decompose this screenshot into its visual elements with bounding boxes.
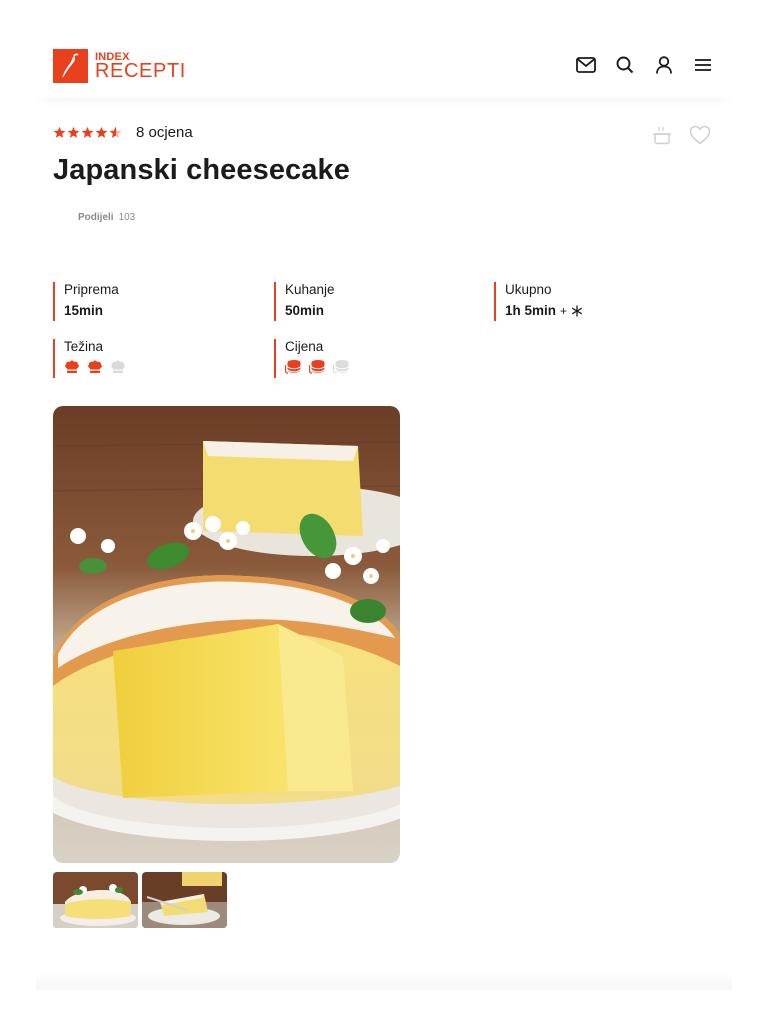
recipe-main-photo[interactable] [53, 406, 400, 863]
menu-icon[interactable] [692, 54, 714, 76]
thumbnail-1[interactable] [53, 872, 138, 928]
recipe-title: Japanski cheesecake [53, 154, 350, 186]
cijena-label: Cijena [285, 339, 324, 354]
coins-icon [285, 360, 301, 374]
logo-main-text: RECEPTI [95, 60, 186, 82]
share-count: 103 [118, 212, 136, 223]
star-icon [53, 126, 66, 138]
kuhanje-value: 50min [285, 303, 325, 318]
user-icon[interactable] [653, 54, 675, 76]
photo-thumbnails [53, 872, 227, 928]
rating-stars [53, 126, 122, 139]
rating-count: 8 ocjena [136, 124, 193, 141]
chef-hat-icon [65, 360, 79, 373]
site-header: INDEX RECEPTI [36, 34, 732, 98]
ukupno-value: 1h 5min [505, 303, 557, 318]
star-icon [67, 126, 80, 138]
tezina-label: Težina [64, 339, 104, 354]
site-logo[interactable]: INDEX RECEPTI [53, 49, 195, 83]
coins-icon [333, 360, 349, 374]
chef-hat-icon [88, 360, 102, 373]
mail-icon[interactable] [575, 54, 597, 76]
info-tezina: Težina [53, 339, 126, 378]
recipe-rating[interactable]: 8 ocjena [53, 124, 193, 141]
cooking-pot-icon[interactable] [651, 124, 673, 146]
priprema-label: Priprema [64, 282, 119, 297]
thumbnail-2[interactable] [142, 872, 227, 928]
share-button[interactable]: Podijeli 103 [78, 212, 135, 223]
coins-icon [309, 360, 325, 374]
ukupno-label: Ukupno [505, 282, 552, 297]
info-ukupno: Ukupno 1h 5min + [494, 282, 583, 321]
difficulty-level [64, 359, 126, 374]
star-icon [95, 126, 108, 138]
snowflake-icon [571, 305, 583, 317]
price-level [285, 359, 350, 374]
star-icon [81, 126, 94, 138]
priprema-value: 15min [64, 303, 104, 318]
ukupno-plus: + [560, 304, 568, 318]
page-footer-edge [36, 972, 732, 990]
chili-logo-icon [53, 49, 88, 83]
heart-icon[interactable] [689, 124, 711, 146]
kuhanje-label: Kuhanje [285, 282, 335, 297]
info-cijena: Cijena [274, 339, 350, 378]
search-icon[interactable] [614, 54, 636, 76]
chef-hat-icon [111, 360, 125, 373]
half-star-icon [109, 126, 122, 138]
info-kuhanje: Kuhanje 50min [274, 282, 335, 321]
info-priprema: Priprema 15min [53, 282, 119, 321]
share-label: Podijeli [78, 212, 114, 223]
